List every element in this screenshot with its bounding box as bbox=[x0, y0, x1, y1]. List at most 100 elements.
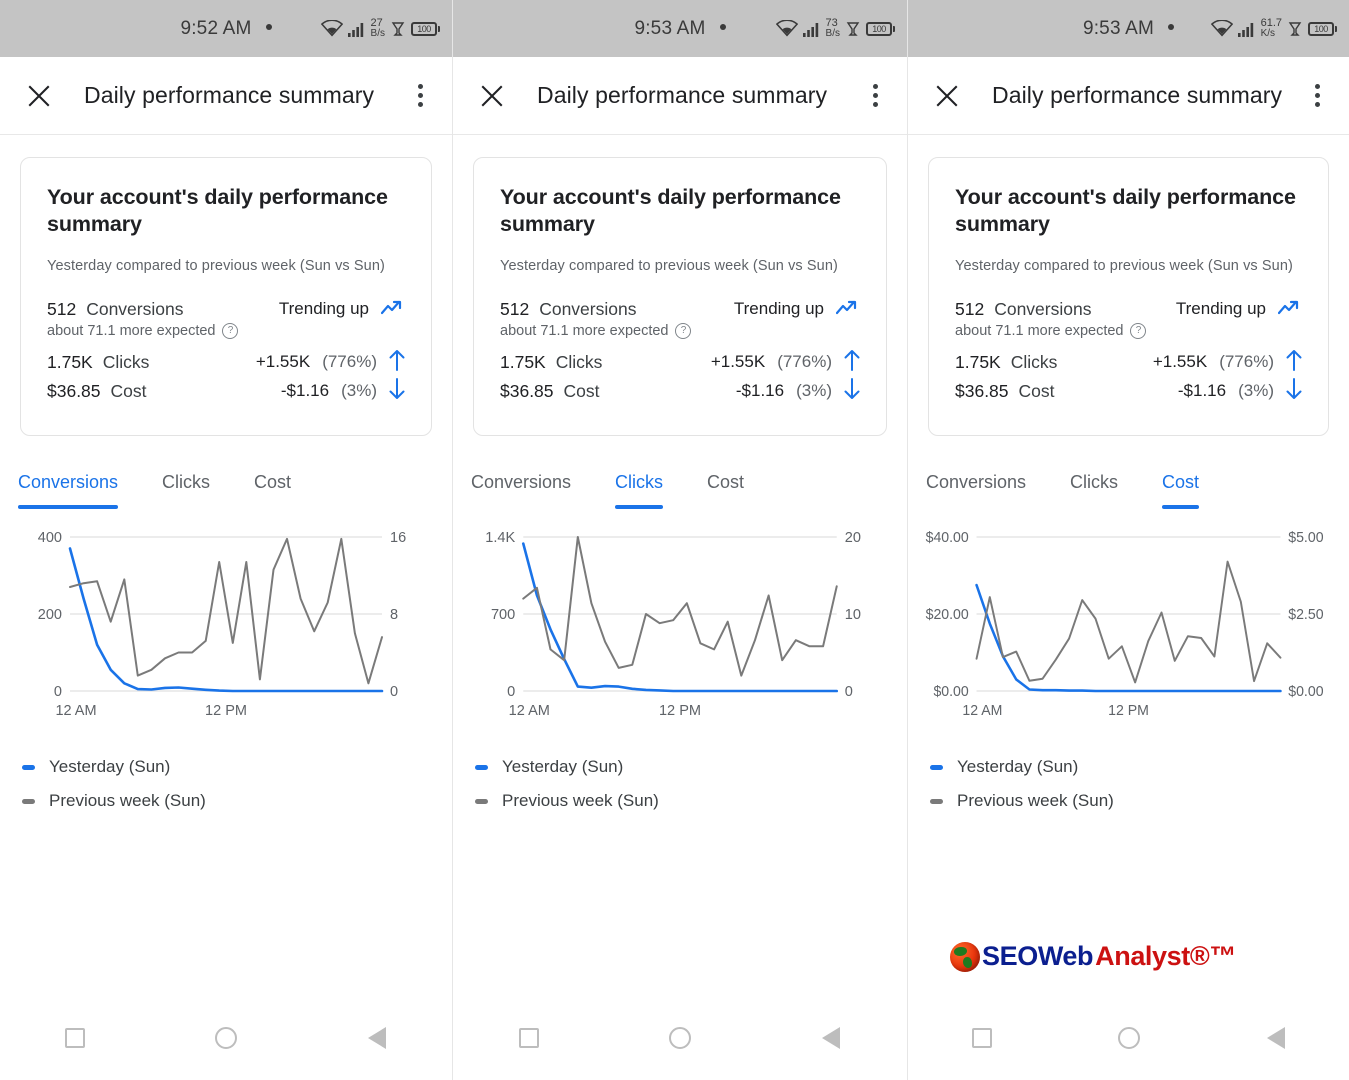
svg-text:8: 8 bbox=[390, 607, 398, 623]
metric-row-clicks: 1.75K Clicks +1.55K (776%) bbox=[955, 349, 1302, 375]
chart-container: 0 200 400 0 8 16 12 AM 12 PM bbox=[0, 523, 452, 733]
home-button[interactable] bbox=[204, 1016, 248, 1060]
svg-text:$0.00: $0.00 bbox=[1288, 684, 1323, 700]
line-chart[interactable]: $0.00 $20.00 $40.00 $0.00 $2.50 $5.00 12 AM 12 … bbox=[922, 523, 1335, 733]
legend-label: Previous week (Sun) bbox=[502, 791, 659, 810]
tab-conversions[interactable]: Conversions bbox=[18, 464, 140, 509]
tab-clicks[interactable]: Clicks bbox=[1070, 464, 1140, 509]
help-icon[interactable]: ? bbox=[675, 323, 692, 339]
svg-text:20: 20 bbox=[845, 530, 861, 546]
tab-cost[interactable]: Cost bbox=[254, 464, 313, 509]
metric-delta: +1.55K bbox=[1152, 352, 1208, 371]
tab-label: Clicks bbox=[1070, 472, 1119, 492]
metric-row-clicks: 1.75K Clicks +1.55K (776%) bbox=[47, 349, 405, 375]
chart-container: $0.00 $20.00 $40.00 $0.00 $2.50 $5.00 12 AM 12 … bbox=[908, 523, 1349, 733]
metric-value: 512 bbox=[500, 298, 530, 319]
recents-icon bbox=[971, 1028, 992, 1048]
metric-pct: (776%) bbox=[777, 352, 832, 371]
close-icon[interactable] bbox=[16, 73, 62, 119]
phone-panel-1: 9:52 AM 27 B/s 100 Daily performance sum… bbox=[0, 0, 452, 1080]
svg-text:0: 0 bbox=[54, 684, 62, 700]
metric-label: Conversions bbox=[994, 298, 1092, 319]
metric-value: 1.75K bbox=[500, 351, 546, 372]
metric-row-cost: $36.85 Cost -$1.16 (3%) bbox=[500, 378, 860, 404]
cell-signal-icon bbox=[1237, 21, 1258, 37]
chart-legend: Yesterday (Sun) Previous week (Sun) bbox=[930, 757, 1349, 811]
recents-button[interactable] bbox=[507, 1016, 551, 1060]
more-options-icon[interactable] bbox=[402, 74, 438, 118]
svg-text:$40.00: $40.00 bbox=[926, 530, 969, 546]
network-rate: 27 B/s bbox=[371, 18, 385, 39]
chart-legend: Yesterday (Sun) Previous week (Sun) bbox=[475, 757, 907, 811]
home-button[interactable] bbox=[1107, 1016, 1151, 1060]
watermark: SEOWeb Analyst®™ bbox=[950, 941, 1236, 972]
recents-button[interactable] bbox=[960, 1016, 1004, 1060]
status-bar-time: 9:53 AM bbox=[1082, 17, 1155, 39]
battery-tip bbox=[893, 25, 895, 32]
tab-label: Clicks bbox=[162, 472, 211, 492]
svg-text:12 AM: 12 AM bbox=[509, 703, 550, 719]
legend-item-previous-week: Previous week (Sun) bbox=[475, 791, 907, 811]
close-icon[interactable] bbox=[924, 73, 970, 119]
line-chart[interactable]: 0 700 1.4K 0 10 20 12 AM 12 PM bbox=[467, 523, 893, 733]
cell-signal-icon bbox=[802, 21, 823, 37]
metric-label: Cost bbox=[110, 380, 147, 401]
legend-swatch bbox=[930, 798, 943, 804]
battery-tip bbox=[1335, 25, 1337, 32]
home-icon bbox=[214, 1027, 237, 1049]
wifi-icon bbox=[1210, 20, 1233, 37]
battery-icon: 100 bbox=[866, 21, 895, 36]
tab-cost[interactable]: Cost bbox=[707, 464, 766, 509]
metric-row-conversions: 512 Conversions Trending up bbox=[47, 298, 405, 320]
help-icon[interactable]: ? bbox=[222, 323, 239, 339]
battery-level: 100 bbox=[411, 21, 437, 36]
more-options-icon[interactable] bbox=[857, 74, 893, 118]
metric-delta: Trending up bbox=[733, 299, 824, 318]
line-chart[interactable]: 0 200 400 0 8 16 12 AM 12 PM bbox=[14, 523, 438, 733]
legend-swatch bbox=[22, 798, 35, 804]
tab-cost[interactable]: Cost bbox=[1162, 464, 1221, 509]
close-icon[interactable] bbox=[469, 73, 515, 119]
android-nav-bar bbox=[453, 996, 907, 1080]
svg-text:12 PM: 12 PM bbox=[1108, 703, 1149, 719]
back-button[interactable] bbox=[809, 1016, 853, 1060]
trending-up-icon bbox=[380, 298, 405, 320]
trending-up-icon bbox=[1277, 298, 1302, 320]
back-button[interactable] bbox=[355, 1016, 399, 1060]
legend-swatch bbox=[22, 764, 35, 770]
cell-signal-icon bbox=[347, 21, 368, 37]
tab-conversions[interactable]: Conversions bbox=[926, 464, 1048, 509]
app-bar: Daily performance summary bbox=[908, 57, 1349, 135]
globe-icon bbox=[950, 941, 980, 972]
legend-label: Previous week (Sun) bbox=[957, 791, 1114, 810]
recents-button[interactable] bbox=[53, 1016, 97, 1060]
metric-value: 1.75K bbox=[47, 351, 93, 372]
tab-clicks[interactable]: Clicks bbox=[615, 464, 685, 509]
status-dot-icon bbox=[1168, 24, 1175, 31]
back-button[interactable] bbox=[1254, 1016, 1298, 1060]
metric-label: Cost bbox=[563, 380, 600, 401]
tab-indicator bbox=[18, 505, 119, 509]
svg-text:1.4K: 1.4K bbox=[485, 530, 515, 546]
chart-container: 0 700 1.4K 0 10 20 12 AM 12 PM bbox=[453, 523, 907, 733]
tab-conversions[interactable]: Conversions bbox=[471, 464, 593, 509]
status-bar-time: 9:53 AM bbox=[634, 17, 706, 39]
back-icon bbox=[1266, 1027, 1285, 1049]
svg-text:200: 200 bbox=[38, 607, 62, 623]
arrow-down-icon bbox=[844, 378, 860, 404]
metric-label: Clicks bbox=[102, 351, 150, 372]
more-options-icon[interactable] bbox=[1299, 74, 1335, 118]
metric-pct: (3%) bbox=[1238, 381, 1274, 400]
arrow-up-icon bbox=[389, 349, 405, 375]
help-icon[interactable]: ? bbox=[1130, 323, 1147, 339]
tab-clicks[interactable]: Clicks bbox=[162, 464, 232, 509]
battery-tip bbox=[438, 25, 440, 32]
metric-delta: +1.55K bbox=[255, 352, 311, 371]
home-button[interactable] bbox=[658, 1016, 702, 1060]
summary-card: Your account's daily performance summary… bbox=[20, 157, 432, 436]
status-dot-icon bbox=[719, 24, 726, 31]
metric-row-clicks: 1.75K Clicks +1.55K (776%) bbox=[500, 349, 860, 375]
card-subtitle: Yesterday compared to previous week (Sun… bbox=[500, 258, 838, 274]
watermark-seo: SEOWeb bbox=[982, 941, 1094, 971]
network-rate: 61.7 K/s bbox=[1261, 18, 1282, 39]
